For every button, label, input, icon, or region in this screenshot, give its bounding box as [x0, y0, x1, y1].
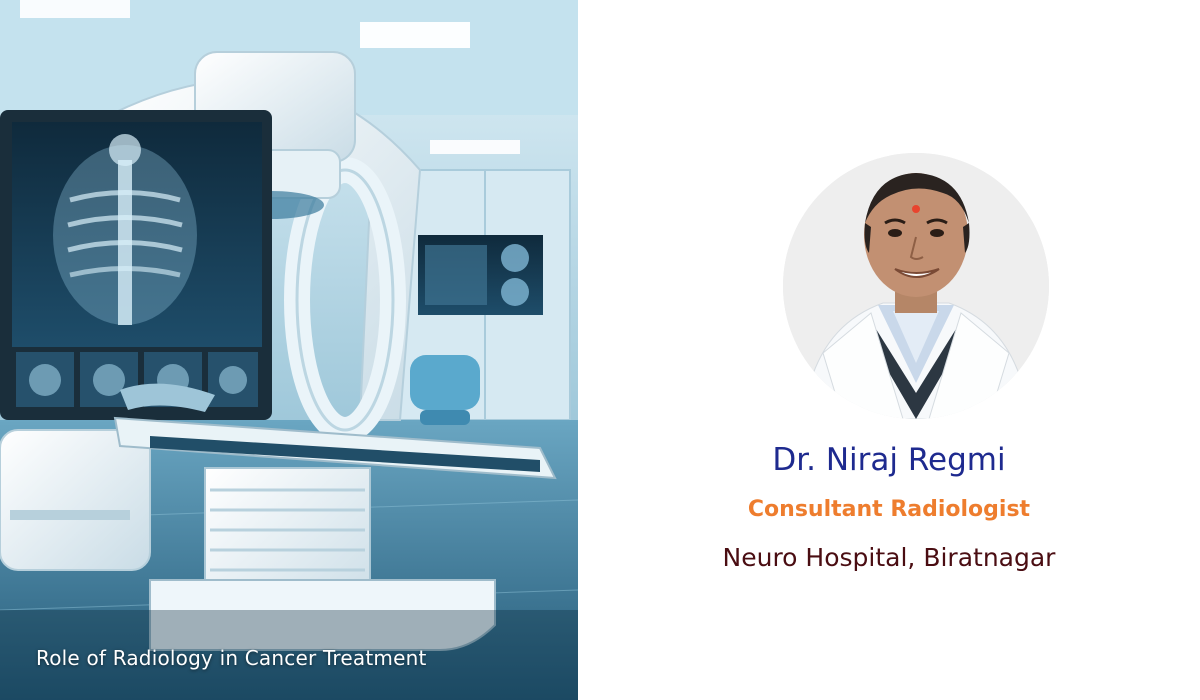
- page: Role of Radiology in Cancer Treatment Dr…: [0, 0, 1200, 700]
- doctor-title: Consultant Radiologist: [747, 497, 1031, 522]
- hero-caption: Role of Radiology in Cancer Treatment: [36, 646, 427, 670]
- doctor-avatar: [783, 153, 1049, 419]
- doctor-portrait: [783, 153, 1049, 419]
- doctor-name: Dr. Niraj Regmi: [772, 442, 1006, 478]
- hero-image: Role of Radiology in Cancer Treatment: [0, 0, 578, 700]
- doctor-profile: Dr. Niraj Regmi Consultant Radiologist N…: [578, 0, 1200, 700]
- doctor-hospital: Neuro Hospital, Biratnagar: [722, 543, 1056, 572]
- radiology-room-illustration: [0, 0, 578, 700]
